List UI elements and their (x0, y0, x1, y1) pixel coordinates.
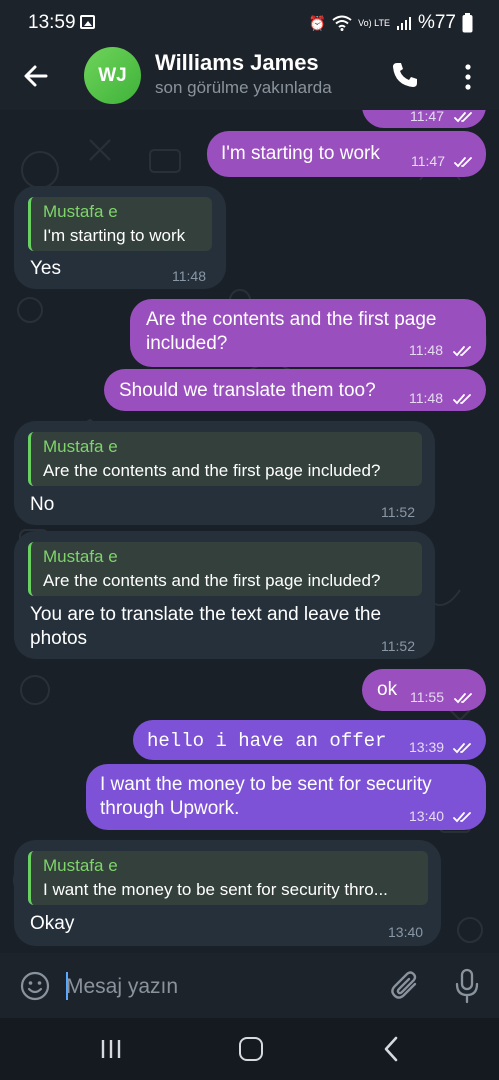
home-button-icon[interactable] (239, 1037, 263, 1061)
status-bar: 13:59 ⏰ Vo) LTE %77 (0, 0, 499, 44)
microphone-icon[interactable] (454, 968, 480, 1004)
message-time: 11:48 (409, 342, 443, 358)
more-options-icon[interactable] (456, 62, 480, 92)
message-time: 13:39 (409, 739, 445, 755)
message-text: ok (378, 110, 398, 112)
read-double-check-icon (453, 743, 471, 754)
reply-sender-name: Mustafa e (43, 547, 118, 566)
reply-quoted-text: Are the contents and the first page incl… (43, 461, 381, 480)
outgoing-message[interactable]: ok 11:47 (362, 110, 486, 128)
recent-apps-icon[interactable] (100, 1038, 122, 1060)
reply-quote[interactable]: Mustafa e Are the contents and the first… (28, 542, 422, 596)
message-text: Okay (30, 913, 75, 934)
volte-icon: Vo) LTE (358, 17, 390, 28)
message-time: 13:40 (409, 808, 445, 824)
incoming-message[interactable]: Mustafa e Are the contents and the first… (14, 531, 435, 659)
battery-icon (462, 13, 473, 33)
message-composer (0, 953, 499, 1018)
phone-call-icon[interactable] (390, 60, 420, 90)
reply-quote[interactable]: Mustafa e Are the contents and the first… (28, 432, 422, 486)
message-time: 11:52 (381, 504, 415, 520)
reply-quoted-text: I'm starting to work (43, 226, 186, 245)
message-time: 11:47 (411, 153, 445, 169)
emoji-icon[interactable] (20, 971, 50, 1001)
status-time: 13:59 (28, 12, 76, 33)
alarm-icon: ⏰ (308, 15, 327, 31)
message-text-line: through Upwork. (100, 798, 240, 819)
reply-quoted-text: Are the contents and the first page incl… (43, 571, 381, 590)
read-double-check-icon (453, 812, 471, 823)
reply-quote[interactable]: Mustafa e I want the money to be sent fo… (28, 851, 428, 905)
message-list[interactable]: ok 11:47 I'm starting to work 11:47 Must… (0, 110, 499, 953)
outgoing-message[interactable]: ok 11:55 (362, 669, 486, 711)
read-double-check-icon (453, 346, 471, 357)
reply-sender-name: Mustafa e (43, 202, 118, 221)
last-seen-status: son görülme yakınlarda (155, 78, 332, 97)
message-text-line: photos (30, 628, 88, 649)
message-time: 13:40 (388, 924, 424, 940)
message-text: Yes (30, 258, 61, 279)
incoming-message[interactable]: Mustafa e Are the contents and the first… (14, 421, 435, 525)
reply-sender-name: Mustafa e (43, 856, 118, 875)
system-back-icon[interactable] (380, 1036, 404, 1062)
outgoing-message[interactable]: hello i have an offer 13:39 (133, 720, 486, 760)
message-text: Should we translate them too? (119, 380, 376, 401)
message-time: 11:48 (409, 390, 443, 406)
message-time: 11:55 (410, 689, 444, 705)
reply-quote[interactable]: Mustafa e I'm starting to work (28, 197, 212, 251)
contact-name[interactable]: Williams James (155, 50, 319, 76)
attach-paperclip-icon[interactable] (389, 970, 421, 1002)
message-text: I'm starting to work (221, 143, 380, 164)
message-text: No (30, 494, 55, 515)
message-text-line: I want the money to be sent for security (100, 774, 432, 795)
battery-level: %77 (417, 12, 456, 33)
message-text: hello i have an offer (147, 730, 387, 752)
message-time: 11:47 (410, 110, 444, 124)
outgoing-message[interactable]: Are the contents and the first page incl… (130, 299, 486, 367)
system-navigation-bar (0, 1018, 499, 1080)
back-arrow-icon[interactable] (20, 60, 52, 92)
message-input[interactable] (66, 973, 366, 1001)
read-double-check-icon (454, 112, 472, 123)
incoming-message[interactable]: Mustafa e I'm starting to work Yes 11:48 (14, 186, 226, 289)
message-time: 11:52 (381, 638, 415, 654)
signal-icon (396, 17, 411, 30)
read-double-check-icon (453, 394, 471, 405)
message-text: ok (377, 679, 398, 700)
outgoing-message[interactable]: I want the money to be sent for security… (86, 764, 486, 830)
avatar[interactable]: WJ (84, 47, 141, 104)
read-double-check-icon (454, 157, 472, 168)
message-time: 11:48 (172, 268, 206, 284)
reply-quoted-text: I want the money to be sent for security… (43, 880, 388, 899)
message-text-line: included? (146, 333, 228, 354)
reply-sender-name: Mustafa e (43, 437, 118, 456)
message-text-line: You are to translate the text and leave … (30, 604, 382, 625)
wifi-icon (332, 15, 352, 31)
incoming-message[interactable]: Mustafa e I want the money to be sent fo… (14, 840, 441, 946)
read-double-check-icon (454, 693, 472, 704)
chat-header: WJ Williams James son görülme yakınlarda (0, 44, 499, 110)
gallery-notification-icon (80, 15, 95, 29)
message-text-line: Are the contents and the first page (146, 309, 437, 330)
outgoing-message[interactable]: Should we translate them too? 11:48 (104, 369, 486, 411)
outgoing-message[interactable]: I'm starting to work 11:47 (207, 131, 486, 177)
